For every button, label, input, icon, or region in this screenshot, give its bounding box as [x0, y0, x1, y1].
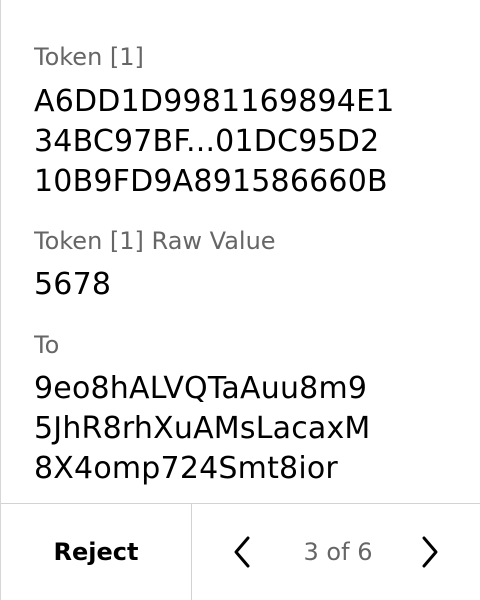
to-label: To: [34, 331, 60, 359]
token-value-line-2: 34BC97BF...01DC95D2: [34, 124, 380, 159]
token-value-line-1: A6DD1D9981169894E1: [34, 84, 395, 119]
chevron-left-icon[interactable]: [226, 534, 260, 570]
to-address-line-3: 8X4omp724Smt8ior: [34, 451, 338, 486]
pagination: 3 of 6: [192, 504, 480, 600]
transaction-details: Token [1] A6DD1D9981169894E1 34BC97BF...…: [34, 0, 474, 503]
chevron-right-icon-glyph: [422, 536, 438, 568]
review-screen: Token [1] A6DD1D9981169894E1 34BC97BF...…: [0, 0, 480, 600]
token-label: Token [1]: [34, 43, 144, 71]
reject-button[interactable]: Reject: [1, 504, 192, 600]
page-indicator: 3 of 6: [303, 538, 373, 566]
token-value-line-3: 10B9FD9A891586660B: [34, 164, 388, 199]
chevron-right-icon[interactable]: [412, 534, 446, 570]
chevron-left-icon-glyph: [234, 536, 250, 568]
to-address-line-2: 5JhR8rhXuAMsLacaxM: [34, 411, 371, 446]
to-address-line-1: 9eo8hALVQTaAuu8m9: [34, 371, 368, 406]
action-footer: Reject 3 of 6: [1, 503, 480, 600]
token-raw-value: 5678: [34, 267, 112, 302]
token-raw-value-label: Token [1] Raw Value: [34, 227, 276, 255]
